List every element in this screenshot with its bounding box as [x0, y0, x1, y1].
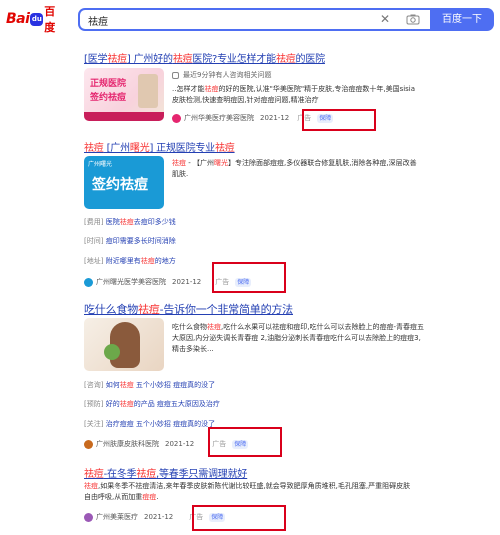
result-title[interactable]: 祛痘-在冬季祛痘,等春季只需调理就好: [84, 465, 247, 480]
building-image: [138, 74, 158, 108]
sublink-row[interactable]: [费用] 医院祛痘去痘印多少钱: [84, 217, 176, 227]
favicon-icon: [172, 113, 181, 123]
result-4: 祛痘-在冬季祛痘,等春季只需调理就好: [84, 465, 247, 480]
source-link[interactable]: 广州曙光医学美容医院: [96, 277, 166, 287]
highlight-box: [208, 427, 282, 457]
result-2: 祛痘 [广州曙光] 正规医院专业祛痘: [84, 139, 235, 154]
camera-icon[interactable]: [406, 14, 420, 25]
grapes-image: [104, 344, 120, 360]
result-thumbnail[interactable]: 广州曙光 签约祛痘: [84, 156, 164, 209]
highlight-box: [212, 262, 286, 293]
source-link[interactable]: 广州美莱医疗: [96, 512, 138, 522]
result-1: [医学祛痘] 广州好的祛痘医院?专业怎样才能祛痘的医院: [84, 50, 325, 65]
search-query: 祛痘: [88, 17, 108, 28]
sublink-row[interactable]: [咨询] 如何祛痘 五个小妙招 痘痘真的没了: [84, 380, 215, 390]
favicon-icon: [84, 277, 93, 287]
search-button[interactable]: 百度一下: [430, 8, 494, 31]
favicon-icon: [84, 512, 93, 522]
highlight-box: [192, 505, 286, 531]
result-title[interactable]: 吃什么食物祛痘-告诉你一个非常简单的方法: [84, 301, 293, 317]
result-snippet: 祛痘,如果冬季不祛痘清洁,来年春季皮肤新陈代谢比较旺盛,就会导致肥厚角质堆积,毛…: [84, 482, 411, 501]
thumb-banner: [84, 112, 164, 121]
favicon-icon: [84, 439, 93, 449]
highlight-box: [302, 109, 376, 131]
logo-text-bai: Bai: [6, 11, 30, 27]
notice-row: 最近9分钟有人咨询相关问题: [172, 70, 271, 80]
result-3: 吃什么食物祛痘-告诉你一个非常简单的方法: [84, 301, 293, 317]
result-thumbnail[interactable]: 正规医院 签约祛痘: [84, 68, 164, 121]
paw-icon: du: [30, 12, 44, 26]
result-snippet: ..怎样才能祛痘的好的医院,认准"华美医院"精于皮肤,专治痘痘数十年,美国sis…: [172, 85, 416, 104]
logo-text-cn: 百度: [44, 5, 56, 34]
result-snippet: 吃什么食物祛痘,吃什么水果可以祛痘和痘印,吃什么可以去除脸上的痘痘-青春痘五大原…: [172, 323, 424, 353]
header: Bai du 百度 祛痘 ✕ 百度一下: [0, 0, 500, 40]
result-title[interactable]: [医学祛痘] 广州好的祛痘医院?专业怎样才能祛痘的医院: [84, 50, 325, 65]
result-title[interactable]: 祛痘 [广州曙光] 正规医院专业祛痘: [84, 139, 235, 154]
sublink-row[interactable]: [地址] 附近哪里有祛痘的地方: [84, 256, 176, 266]
baidu-logo[interactable]: Bai du 百度: [6, 5, 66, 34]
search-input[interactable]: 祛痘 ✕: [78, 8, 430, 31]
sublink-row[interactable]: [时间] 痘印需要多长时间消除: [84, 236, 176, 246]
result-thumbnail[interactable]: [84, 318, 164, 371]
source-link[interactable]: 广州华美医疗美容医院: [184, 113, 254, 123]
sublink-row[interactable]: [关注] 治疗痘痘 五个小妙招 痘痘真的没了: [84, 419, 215, 429]
sublink-row[interactable]: [预防] 好的祛痘的产品 痘痘五大原因及治疗: [84, 399, 220, 409]
chat-icon: [172, 71, 179, 79]
source-link[interactable]: 广州肤康皮肤科医院: [96, 439, 159, 449]
result-snippet: 祛痘 - 【广州曙光】专注除面部痘痘,多仪器联合修复肌肤,消除各种痘,深层改善肌…: [172, 159, 417, 178]
close-icon[interactable]: ✕: [380, 12, 390, 26]
